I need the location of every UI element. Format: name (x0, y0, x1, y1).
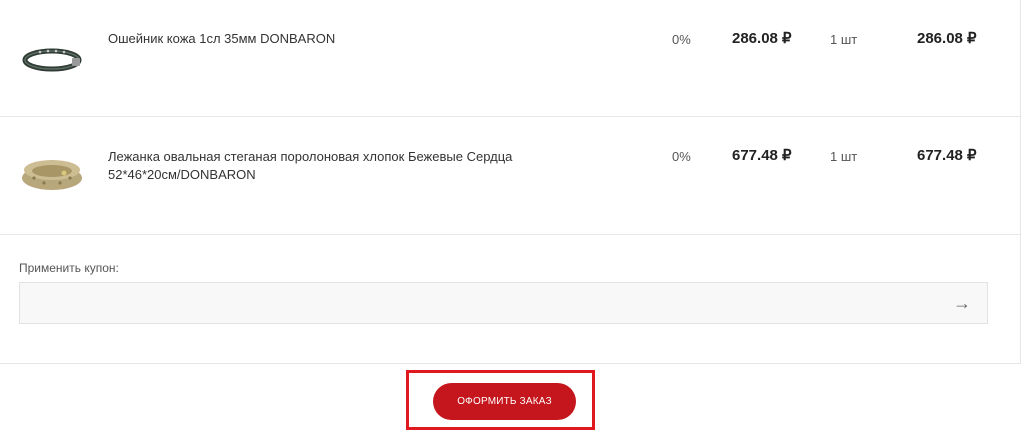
collar-icon[interactable] (20, 38, 84, 78)
product-name[interactable]: Лежанка овальная стеганая поролоновая хл… (108, 148, 578, 184)
product-total: 677.48 ₽ (917, 147, 977, 164)
checkout-button[interactable]: ОФОРМИТЬ ЗАКАЗ (433, 383, 576, 420)
pet-bed-icon[interactable] (20, 152, 84, 192)
product-price: 286.08 ₽ (732, 30, 792, 47)
product-total: 286.08 ₽ (917, 30, 977, 47)
product-discount: 0% (672, 149, 691, 164)
cart-item-row: Ошейник кожа 1сл 35мм DONBARON 0% 286.08… (0, 0, 1020, 117)
product-discount: 0% (672, 32, 691, 47)
coupon-input[interactable] (20, 283, 960, 323)
coupon-field: → (19, 282, 988, 324)
cart-item-row: Лежанка овальная стеганая поролоновая хл… (0, 116, 1020, 235)
cart-panel: Ошейник кожа 1сл 35мм DONBARON 0% 286.08… (0, 0, 1021, 364)
product-name[interactable]: Ошейник кожа 1сл 35мм DONBARON (108, 30, 578, 48)
product-quantity: 1 шт (830, 149, 858, 164)
coupon-label: Применить купон: (19, 261, 119, 275)
arrow-right-icon[interactable]: → (953, 293, 971, 313)
product-price: 677.48 ₽ (732, 147, 792, 164)
product-quantity: 1 шт (830, 32, 858, 47)
